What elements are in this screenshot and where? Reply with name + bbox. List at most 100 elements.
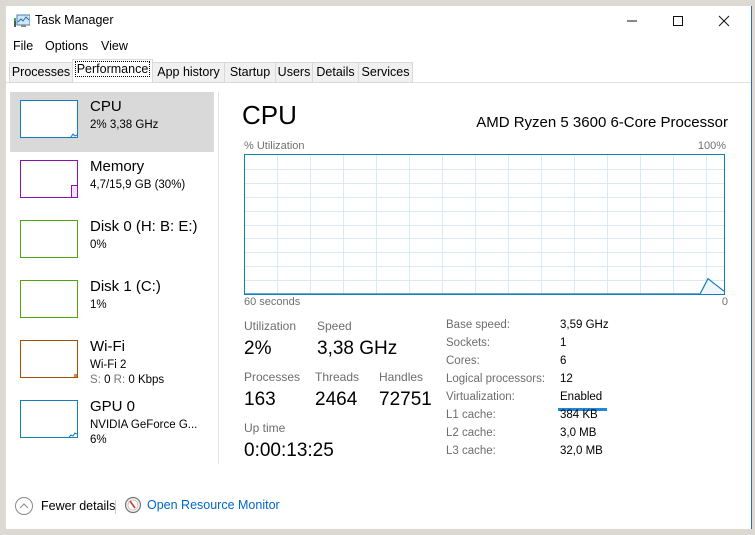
task-manager-icon (14, 14, 30, 27)
virtualization-value: Enabled (560, 391, 603, 403)
spec-label: L2 cache: (446, 427, 496, 439)
disk1-thumbnail-graph (20, 280, 78, 318)
tab-label: Performance (74, 61, 151, 77)
graph-y-label: % Utilization (244, 140, 305, 152)
tab-label: Details (316, 65, 355, 79)
cpu-utilization-graph (244, 154, 725, 295)
tab-strip: Processes Performance App history Startu… (6, 59, 751, 83)
disk0-thumbnail-graph (20, 220, 78, 258)
utilization-value: 2% (244, 338, 272, 359)
spec-value: 32,0 MB (560, 445, 603, 457)
task-manager-window: Task Manager File Options View Processes… (6, 6, 752, 529)
sidebar-item-usage: 6% (90, 434, 107, 446)
memory-thumbnail-graph (20, 160, 78, 198)
sidebar-item-subtitle: 2% 3,38 GHz (90, 119, 159, 131)
cpu-thumbnail-graph (20, 100, 78, 138)
sidebar-item-subtitle: NVIDIA GeForce G... (90, 419, 198, 431)
graph-y-max-label: 100% (697, 140, 726, 152)
tab-label: App history (157, 65, 220, 79)
tab-performance[interactable]: Performance (72, 59, 153, 82)
processes-value: 163 (244, 389, 276, 410)
tab-label: Users (277, 65, 311, 79)
menu-view[interactable]: View (101, 39, 128, 53)
spec-label: Sockets: (446, 337, 491, 349)
spec-label: L1 cache: (446, 409, 496, 421)
sidebar-item-subtitle: Wi-Fi 2 (90, 359, 127, 371)
threads-label: Threads (315, 370, 360, 384)
resource-sidebar: CPU 2% 3,38 GHz Memory 4,7/15,9 GB (30%)… (10, 92, 214, 464)
tab-services[interactable]: Services (358, 62, 413, 83)
tab-app-history[interactable]: App history (152, 62, 225, 83)
spec-label: Virtualization: (446, 391, 515, 403)
tab-label: Services (361, 65, 410, 79)
footer-separator (115, 500, 116, 514)
tab-users[interactable]: Users (275, 62, 313, 83)
tab-startup[interactable]: Startup (224, 62, 276, 83)
spec-value: 12 (560, 373, 573, 385)
open-resource-monitor-link[interactable]: Open Resource Monitor (124, 496, 280, 514)
utilization-label: Utilization (244, 319, 297, 333)
maximize-button[interactable] (655, 6, 701, 36)
menu-file[interactable]: File (13, 39, 33, 53)
uptime-value: 0:00:13:25 (244, 440, 334, 461)
sidebar-item-wifi[interactable]: Wi-Fi Wi-Fi 2 S: 0 R: 0 Kbps (10, 332, 214, 392)
processor-model: AMD Ryzen 5 3600 6-Core Processor (476, 114, 728, 131)
close-icon (718, 15, 730, 27)
minimize-icon (627, 20, 637, 22)
chevron-up-circle-icon (15, 497, 33, 515)
sidebar-item-throughput: S: 0 R: 0 Kbps (90, 374, 165, 386)
threads-value: 2464 (315, 389, 358, 410)
graph-x-right-label: 0 (721, 296, 728, 308)
speed-label: Speed (317, 319, 352, 333)
spec-value: 1 (560, 337, 567, 349)
close-button[interactable] (701, 6, 747, 36)
fewer-details-button[interactable]: Fewer details (14, 496, 115, 516)
sidebar-item-disk-0[interactable]: Disk 0 (H: B: E:) 0% (10, 212, 214, 272)
sidebar-item-cpu[interactable]: CPU 2% 3,38 GHz (10, 92, 214, 152)
uptime-label: Up time (244, 421, 286, 435)
sidebar-item-title: Memory (90, 158, 145, 175)
wifi-thumbnail-graph (20, 340, 78, 378)
handles-value: 72751 (379, 389, 432, 410)
spec-label: L3 cache: (446, 445, 496, 457)
title-bar: Task Manager (6, 6, 751, 36)
spec-value: 384 KB (560, 409, 598, 421)
spec-label: Logical processors: (446, 373, 546, 385)
gpu-thumbnail-graph (20, 400, 78, 438)
tab-details[interactable]: Details (312, 62, 359, 83)
cpu-graph-svg (245, 155, 724, 294)
tab-label: Processes (11, 65, 71, 79)
sidebar-item-subtitle: 0% (90, 239, 107, 251)
resource-monitor-icon (124, 496, 142, 514)
processes-label: Processes (244, 370, 301, 384)
sidebar-item-title: Wi-Fi (90, 338, 125, 355)
speed-value: 3,38 GHz (317, 338, 398, 359)
minimize-button[interactable] (609, 6, 655, 36)
spec-value: 3,0 MB (560, 427, 597, 439)
sidebar-item-title: Disk 1 (C:) (90, 278, 161, 295)
sidebar-divider (218, 92, 219, 464)
sidebar-item-title: CPU (90, 98, 122, 115)
tab-processes[interactable]: Processes (9, 62, 73, 83)
sidebar-item-subtitle: 1% (90, 299, 107, 311)
open-resource-monitor-label: Open Resource Monitor (147, 498, 280, 512)
sidebar-item-memory[interactable]: Memory 4,7/15,9 GB (30%) (10, 152, 214, 212)
graph-x-left-label: 60 seconds (244, 296, 301, 308)
spec-value: 3,59 GHz (560, 319, 609, 331)
maximize-icon (673, 16, 683, 26)
sidebar-item-title: Disk 0 (H: B: E:) (90, 218, 198, 235)
footer-bar: Fewer details Open Resource Monitor (6, 486, 751, 526)
fewer-details-label: Fewer details (41, 499, 116, 513)
sidebar-item-title: GPU 0 (90, 398, 136, 415)
window-title: Task Manager (35, 13, 114, 27)
spec-label: Cores: (446, 355, 480, 367)
tab-label: Startup (229, 65, 271, 79)
sidebar-item-gpu-0[interactable]: GPU 0 NVIDIA GeForce G... 6% (10, 392, 214, 458)
spec-value: 6 (560, 355, 567, 367)
sidebar-item-disk-1[interactable]: Disk 1 (C:) 1% (10, 272, 214, 332)
page-title: CPU (242, 100, 297, 130)
handles-label: Handles (379, 370, 424, 384)
sidebar-item-subtitle: 4,7/15,9 GB (30%) (90, 179, 186, 191)
spec-label: Base speed: (446, 319, 510, 331)
menu-options[interactable]: Options (45, 39, 88, 53)
